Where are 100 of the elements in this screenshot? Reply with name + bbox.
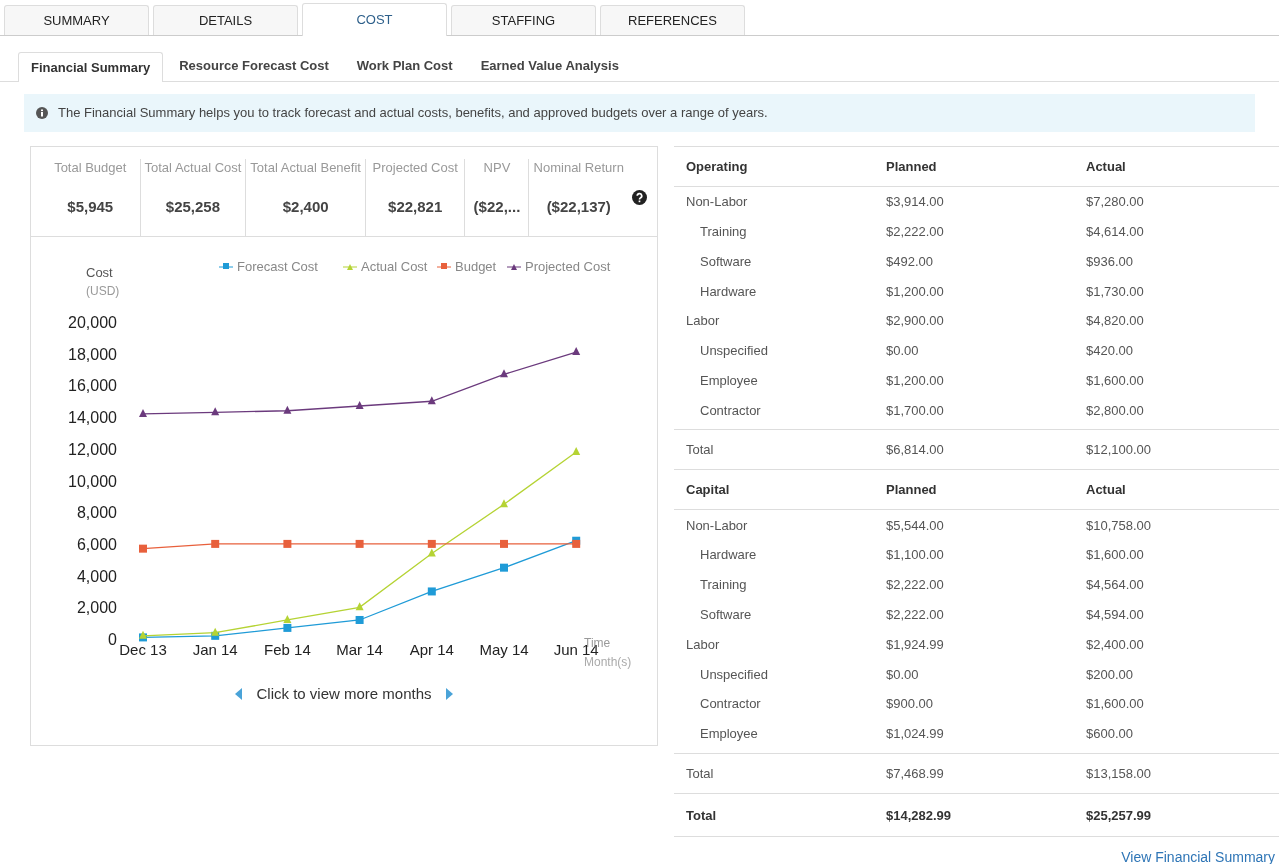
legend-entry: Forecast Cost (218, 259, 318, 274)
point (283, 539, 292, 548)
y-tick-label: 20,000 (68, 314, 117, 331)
y-axis-title: Cost (86, 265, 113, 280)
metric-label: Total Actual Benefit (250, 159, 361, 177)
point (572, 446, 581, 455)
point (500, 369, 508, 378)
y-tick-label: 2,000 (76, 599, 117, 617)
x-tick-label: Apr 14 (409, 641, 454, 658)
column-header: Operating (686, 157, 749, 176)
top-tab[interactable]: COST (302, 3, 447, 36)
table-cell-text: $936.00 (1086, 252, 1134, 271)
point (139, 408, 147, 417)
table-cell-text: $4,614.00 (1086, 222, 1145, 241)
table-cell-text: $2,222.00 (886, 605, 945, 624)
top-tab[interactable]: DETAILS (153, 5, 298, 35)
next-icon[interactable] (445, 688, 453, 701)
table-cell-text: $1,100.00 (886, 546, 945, 565)
metric-value: $2,400 (282, 196, 329, 217)
table-cell-text: $1,024.99 (886, 725, 945, 744)
table-cell-text: $1,200.00 (886, 282, 945, 301)
x-tick-label: Jan 14 (192, 641, 238, 658)
table-cell-text: $25,257.99 (1086, 807, 1153, 825)
point (283, 405, 292, 414)
sub-tab[interactable]: Work Plan Cost (344, 51, 465, 81)
y-tick-label: 4,000 (76, 567, 117, 585)
table-cell-text: $0.00 (886, 665, 920, 684)
table-cell-text: $1,700.00 (886, 401, 945, 420)
legend-label: Budget (455, 259, 497, 274)
table-cell-text: Contractor (699, 401, 762, 420)
y-tick-label: 18,000 (68, 345, 117, 363)
metric-value: $5,945 (67, 196, 114, 217)
table-cell-text: $14,282.99 (886, 807, 953, 825)
sub-tab[interactable]: Resource Forecast Cost (167, 51, 341, 81)
y-tick-label: 16,000 (68, 377, 117, 395)
table-cell-text: Training (699, 576, 748, 595)
point (355, 539, 364, 548)
table-cell-text: $0.00 (886, 342, 920, 361)
table-cell-text: Unspecified (699, 665, 769, 684)
metric-label: Nominal Return (533, 159, 624, 177)
table-cell-text: $492.00 (886, 252, 934, 271)
metric-value: $25,258 (165, 196, 221, 217)
table-cell-text: Contractor (699, 695, 762, 714)
table-cell-text: $12,100.00 (1086, 441, 1153, 460)
table-cell-text: $1,924.99 (886, 635, 945, 654)
x-tick-label: Feb 14 (264, 641, 311, 658)
x-tick-label: May 14 (479, 641, 529, 658)
top-tab[interactable]: REFERENCES (600, 5, 745, 35)
table-cell-text: $7,468.99 (886, 764, 945, 783)
legend-entry: Projected Cost (506, 259, 611, 274)
legend-entry: Budget (436, 259, 497, 274)
column-header: Actual (1086, 481, 1127, 500)
table-cell-text: $2,222.00 (886, 222, 945, 241)
sub-tab[interactable]: Earned Value Analysis (468, 51, 631, 81)
top-tab[interactable]: STAFFING (451, 5, 596, 35)
table-cell-text: $1,200.00 (886, 371, 945, 390)
table-cell-text: $10,758.00 (1086, 516, 1153, 535)
table-cell-text: $4,564.00 (1086, 576, 1145, 595)
metric-label: Projected Cost (372, 159, 458, 177)
previous-icon[interactable] (235, 688, 243, 701)
legend-label: Forecast Cost (237, 259, 319, 274)
view-financial-summary-link[interactable]: View Financial Summary (1121, 846, 1275, 864)
table-cell-text: $6,814.00 (886, 441, 945, 460)
y-tick-label: 6,000 (76, 535, 117, 553)
column-header: Actual (1086, 157, 1127, 176)
column-header: Planned (886, 157, 938, 176)
y-tick-label: 14,000 (68, 409, 117, 427)
help-icon[interactable] (632, 190, 647, 205)
table-cell-text: $13,158.00 (1086, 764, 1153, 783)
column-header: Planned (886, 481, 938, 500)
table-cell-text: $2,900.00 (886, 312, 945, 331)
info-icon (36, 107, 48, 119)
table-cell-text: Hardware (699, 282, 758, 301)
y-tick-label: 10,000 (68, 472, 117, 490)
table-cell-text: $2,800.00 (1086, 401, 1145, 420)
table-cell-text: $4,594.00 (1086, 605, 1145, 624)
top-tab[interactable]: SUMMARY (4, 5, 149, 35)
table-cell-text: Employee (699, 371, 759, 390)
table-cell-text: $4,820.00 (1086, 312, 1145, 331)
metric-label: Total Actual Cost (144, 159, 242, 177)
table-cell-text: $1,600.00 (1086, 371, 1145, 390)
table-cell-text: Total (686, 764, 715, 783)
table-cell-text: $2,222.00 (886, 576, 945, 595)
table-cell-text: $200.00 (1086, 665, 1134, 684)
point (211, 627, 220, 636)
legend-entry: Actual Cost (342, 259, 428, 274)
table-cell-text: $600.00 (1086, 725, 1134, 744)
table-cell-text: Software (699, 605, 753, 624)
table-cell-text: Hardware (699, 546, 758, 565)
legend-label: Projected Cost (525, 259, 611, 274)
sub-tab[interactable]: Financial Summary (18, 52, 164, 82)
y-axis-unit: (USD) (86, 284, 120, 298)
point (427, 539, 436, 548)
table-cell-text: Non-Labor (686, 193, 749, 212)
x-tick-label: Dec 13 (119, 641, 167, 658)
table-cell-text: $5,544.00 (886, 516, 945, 535)
table-cell-text: $1,730.00 (1086, 282, 1145, 301)
metric-label: NPV (483, 159, 511, 177)
table-cell-text: $7,280.00 (1086, 193, 1145, 212)
point (211, 539, 220, 548)
